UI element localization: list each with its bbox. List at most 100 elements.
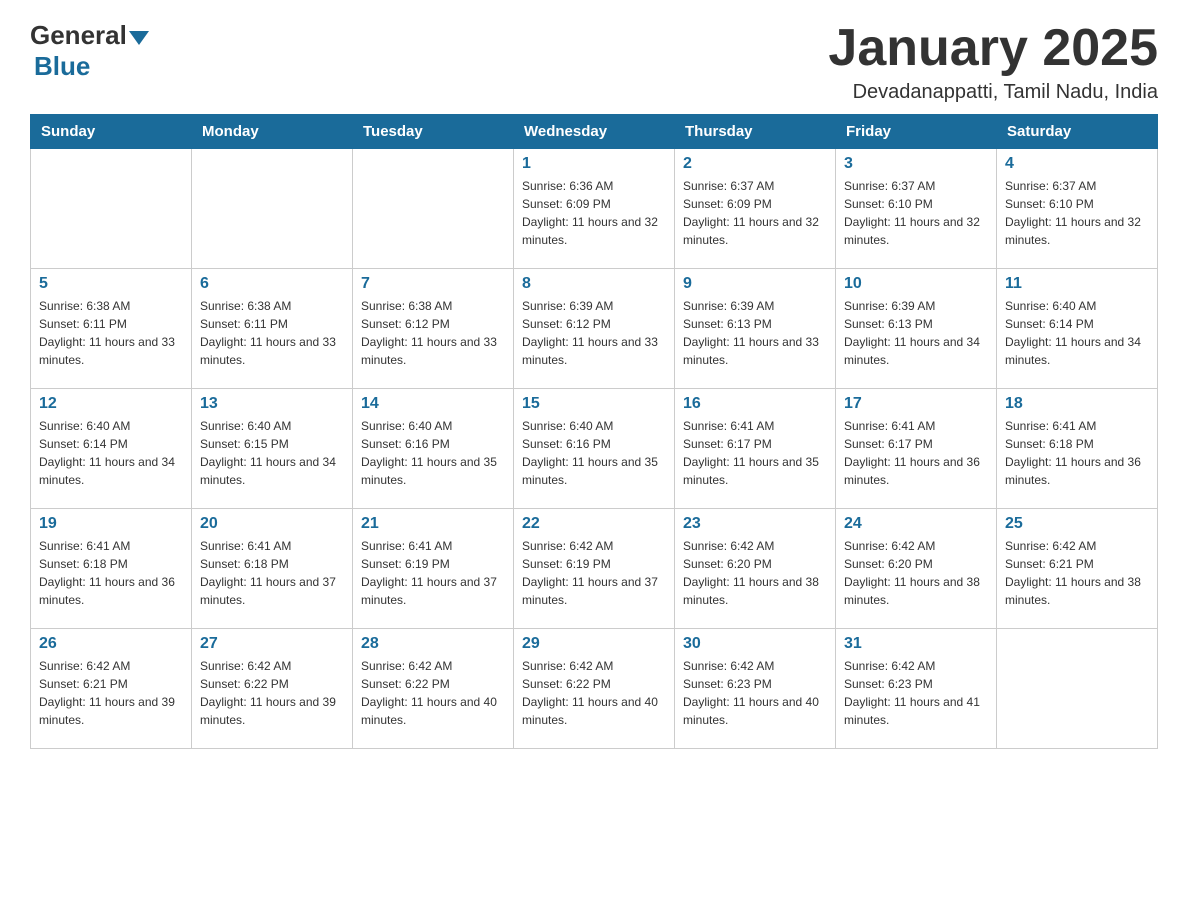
calendar-week-row: 12 Sunrise: 6:40 AM Sunset: 6:14 PM Dayli… bbox=[31, 389, 1158, 509]
calendar-cell: 25 Sunrise: 6:42 AM Sunset: 6:21 PM Dayli… bbox=[997, 509, 1158, 629]
day-info: Sunrise: 6:38 AM Sunset: 6:11 PM Dayligh… bbox=[200, 297, 344, 369]
calendar-cell: 22 Sunrise: 6:42 AM Sunset: 6:19 PM Dayli… bbox=[514, 509, 675, 629]
calendar-cell: 6 Sunrise: 6:38 AM Sunset: 6:11 PM Daylig… bbox=[192, 269, 353, 389]
day-info: Sunrise: 6:42 AM Sunset: 6:20 PM Dayligh… bbox=[683, 537, 827, 609]
calendar-header-row: SundayMondayTuesdayWednesdayThursdayFrid… bbox=[31, 115, 1158, 149]
col-header-tuesday: Tuesday bbox=[353, 115, 514, 149]
day-number: 22 bbox=[522, 515, 666, 533]
day-number: 6 bbox=[200, 275, 344, 293]
calendar-cell: 26 Sunrise: 6:42 AM Sunset: 6:21 PM Dayli… bbox=[31, 629, 192, 749]
calendar-cell: 14Sunrise: 6:40 AM Sunset: 6:16 PM Dayli… bbox=[353, 389, 514, 509]
day-info: Sunrise: 6:40 AM Sunset: 6:14 PM Dayligh… bbox=[39, 417, 183, 489]
day-number: 29 bbox=[522, 635, 666, 653]
col-header-thursday: Thursday bbox=[675, 115, 836, 149]
calendar-cell: 2Sunrise: 6:37 AM Sunset: 6:09 PM Daylig… bbox=[675, 149, 836, 269]
day-number: 7 bbox=[361, 275, 505, 293]
col-header-wednesday: Wednesday bbox=[514, 115, 675, 149]
day-info: Sunrise: 6:41 AM Sunset: 6:18 PM Dayligh… bbox=[39, 537, 183, 609]
day-info: Sunrise: 6:40 AM Sunset: 6:15 PM Dayligh… bbox=[200, 417, 344, 489]
day-number: 25 bbox=[1005, 515, 1149, 533]
day-number: 5 bbox=[39, 275, 183, 293]
calendar-cell: 9 Sunrise: 6:39 AM Sunset: 6:13 PM Daylig… bbox=[675, 269, 836, 389]
day-info: Sunrise: 6:39 AM Sunset: 6:13 PM Dayligh… bbox=[844, 297, 988, 369]
day-info: Sunrise: 6:42 AM Sunset: 6:23 PM Dayligh… bbox=[844, 657, 988, 729]
day-info: Sunrise: 6:42 AM Sunset: 6:20 PM Dayligh… bbox=[844, 537, 988, 609]
logo: General Blue bbox=[30, 20, 149, 82]
calendar-cell: 21 Sunrise: 6:41 AM Sunset: 6:19 PM Dayli… bbox=[353, 509, 514, 629]
day-number: 4 bbox=[1005, 155, 1149, 173]
day-info: Sunrise: 6:42 AM Sunset: 6:23 PM Dayligh… bbox=[683, 657, 827, 729]
calendar-week-row: 5 Sunrise: 6:38 AM Sunset: 6:11 PM Daylig… bbox=[31, 269, 1158, 389]
calendar-subtitle: Devadanappatti, Tamil Nadu, India bbox=[828, 81, 1158, 104]
calendar-week-row: 1 Sunrise: 6:36 AM Sunset: 6:09 PM Daylig… bbox=[31, 149, 1158, 269]
day-info: Sunrise: 6:41 AM Sunset: 6:17 PM Dayligh… bbox=[844, 417, 988, 489]
day-info: Sunrise: 6:38 AM Sunset: 6:11 PM Dayligh… bbox=[39, 297, 183, 369]
day-info: Sunrise: 6:37 AM Sunset: 6:10 PM Dayligh… bbox=[844, 177, 988, 249]
calendar-table: SundayMondayTuesdayWednesdayThursdayFrid… bbox=[30, 114, 1158, 749]
col-header-friday: Friday bbox=[836, 115, 997, 149]
day-info: Sunrise: 6:41 AM Sunset: 6:19 PM Dayligh… bbox=[361, 537, 505, 609]
day-number: 16 bbox=[683, 395, 827, 413]
day-info: Sunrise: 6:41 AM Sunset: 6:18 PM Dayligh… bbox=[200, 537, 344, 609]
day-number: 1 bbox=[522, 155, 666, 173]
day-info: Sunrise: 6:36 AM Sunset: 6:09 PM Dayligh… bbox=[522, 177, 666, 249]
day-info: Sunrise: 6:41 AM Sunset: 6:18 PM Dayligh… bbox=[1005, 417, 1149, 489]
calendar-cell: 8Sunrise: 6:39 AM Sunset: 6:12 PM Daylig… bbox=[514, 269, 675, 389]
calendar-cell: 27 Sunrise: 6:42 AM Sunset: 6:22 PM Dayli… bbox=[192, 629, 353, 749]
calendar-cell: 15 Sunrise: 6:40 AM Sunset: 6:16 PM Dayli… bbox=[514, 389, 675, 509]
calendar-cell: 23Sunrise: 6:42 AM Sunset: 6:20 PM Dayli… bbox=[675, 509, 836, 629]
day-info: Sunrise: 6:42 AM Sunset: 6:19 PM Dayligh… bbox=[522, 537, 666, 609]
calendar-cell bbox=[192, 149, 353, 269]
col-header-saturday: Saturday bbox=[997, 115, 1158, 149]
calendar-cell: 7 Sunrise: 6:38 AM Sunset: 6:12 PM Daylig… bbox=[353, 269, 514, 389]
day-number: 3 bbox=[844, 155, 988, 173]
day-info: Sunrise: 6:39 AM Sunset: 6:12 PM Dayligh… bbox=[522, 297, 666, 369]
calendar-title: January 2025 bbox=[828, 20, 1158, 77]
calendar-cell bbox=[31, 149, 192, 269]
logo-general-text: General bbox=[30, 20, 127, 51]
calendar-cell: 31Sunrise: 6:42 AM Sunset: 6:23 PM Dayli… bbox=[836, 629, 997, 749]
day-info: Sunrise: 6:38 AM Sunset: 6:12 PM Dayligh… bbox=[361, 297, 505, 369]
calendar-cell: 12 Sunrise: 6:40 AM Sunset: 6:14 PM Dayli… bbox=[31, 389, 192, 509]
day-info: Sunrise: 6:42 AM Sunset: 6:22 PM Dayligh… bbox=[200, 657, 344, 729]
day-info: Sunrise: 6:42 AM Sunset: 6:21 PM Dayligh… bbox=[39, 657, 183, 729]
day-number: 15 bbox=[522, 395, 666, 413]
day-number: 19 bbox=[39, 515, 183, 533]
title-block: January 2025 Devadanappatti, Tamil Nadu,… bbox=[828, 20, 1158, 104]
day-info: Sunrise: 6:41 AM Sunset: 6:17 PM Dayligh… bbox=[683, 417, 827, 489]
day-number: 27 bbox=[200, 635, 344, 653]
day-info: Sunrise: 6:42 AM Sunset: 6:22 PM Dayligh… bbox=[522, 657, 666, 729]
calendar-cell: 16 Sunrise: 6:41 AM Sunset: 6:17 PM Dayli… bbox=[675, 389, 836, 509]
day-info: Sunrise: 6:42 AM Sunset: 6:21 PM Dayligh… bbox=[1005, 537, 1149, 609]
calendar-cell: 29 Sunrise: 6:42 AM Sunset: 6:22 PM Dayli… bbox=[514, 629, 675, 749]
calendar-cell bbox=[997, 629, 1158, 749]
calendar-cell: 1 Sunrise: 6:36 AM Sunset: 6:09 PM Daylig… bbox=[514, 149, 675, 269]
calendar-cell: 4Sunrise: 6:37 AM Sunset: 6:10 PM Daylig… bbox=[997, 149, 1158, 269]
day-number: 9 bbox=[683, 275, 827, 293]
logo-blue-text: Blue bbox=[34, 51, 149, 82]
calendar-cell: 24 Sunrise: 6:42 AM Sunset: 6:20 PM Dayli… bbox=[836, 509, 997, 629]
calendar-cell: 30 Sunrise: 6:42 AM Sunset: 6:23 PM Dayli… bbox=[675, 629, 836, 749]
col-header-sunday: Sunday bbox=[31, 115, 192, 149]
calendar-cell: 19 Sunrise: 6:41 AM Sunset: 6:18 PM Dayli… bbox=[31, 509, 192, 629]
page-header: General Blue January 2025 Devadanappatti… bbox=[30, 20, 1158, 104]
day-info: Sunrise: 6:40 AM Sunset: 6:16 PM Dayligh… bbox=[522, 417, 666, 489]
calendar-cell: 11Sunrise: 6:40 AM Sunset: 6:14 PM Dayli… bbox=[997, 269, 1158, 389]
day-info: Sunrise: 6:39 AM Sunset: 6:13 PM Dayligh… bbox=[683, 297, 827, 369]
day-number: 24 bbox=[844, 515, 988, 533]
day-number: 17 bbox=[844, 395, 988, 413]
day-info: Sunrise: 6:42 AM Sunset: 6:22 PM Dayligh… bbox=[361, 657, 505, 729]
calendar-cell bbox=[353, 149, 514, 269]
day-number: 10 bbox=[844, 275, 988, 293]
day-number: 26 bbox=[39, 635, 183, 653]
day-number: 30 bbox=[683, 635, 827, 653]
calendar-cell: 10 Sunrise: 6:39 AM Sunset: 6:13 PM Dayli… bbox=[836, 269, 997, 389]
day-number: 12 bbox=[39, 395, 183, 413]
day-number: 28 bbox=[361, 635, 505, 653]
calendar-week-row: 26 Sunrise: 6:42 AM Sunset: 6:21 PM Dayli… bbox=[31, 629, 1158, 749]
calendar-cell: 18Sunrise: 6:41 AM Sunset: 6:18 PM Dayli… bbox=[997, 389, 1158, 509]
day-number: 21 bbox=[361, 515, 505, 533]
calendar-cell: 13Sunrise: 6:40 AM Sunset: 6:15 PM Dayli… bbox=[192, 389, 353, 509]
day-number: 14 bbox=[361, 395, 505, 413]
day-info: Sunrise: 6:37 AM Sunset: 6:09 PM Dayligh… bbox=[683, 177, 827, 249]
